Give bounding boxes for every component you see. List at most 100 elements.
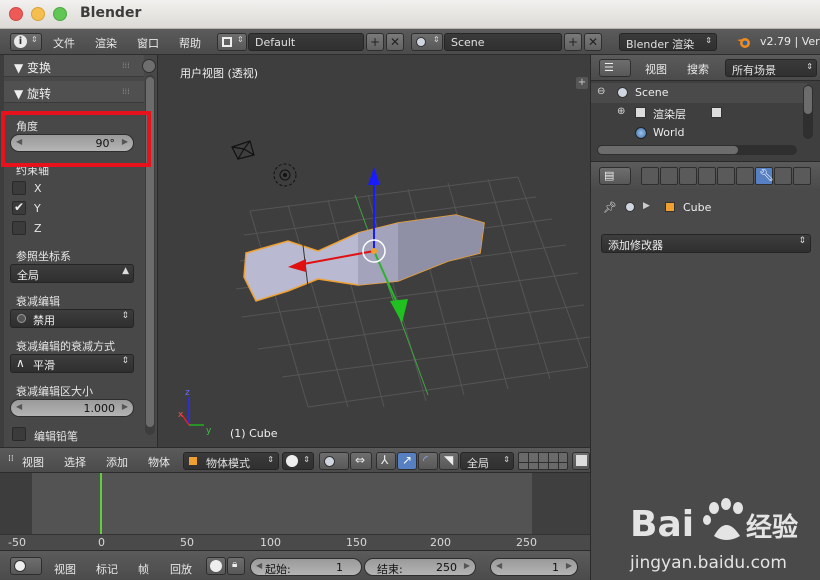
minimize-window-button[interactable] — [31, 7, 45, 21]
render-preview-button[interactable] — [572, 452, 590, 470]
3d-viewport[interactable]: z y x 用户视图 (透视) (1) Cube + — [158, 55, 590, 447]
add-modifier-dropdown[interactable]: 添加修改器 ⇕ — [601, 234, 811, 253]
outliner-row-scene[interactable]: ⊖ Scene — [591, 83, 807, 103]
menu-select[interactable]: 选择 — [64, 454, 86, 470]
current-frame-field[interactable]: ◀ 1 ▶ — [490, 558, 578, 576]
menu-view[interactable]: 视图 — [22, 454, 44, 470]
menu-file[interactable]: 文件 — [53, 35, 75, 51]
scrollbar-thumb[interactable] — [598, 146, 738, 154]
lamp-icon[interactable] — [273, 163, 297, 187]
axis-y-checkbox[interactable] — [12, 200, 26, 215]
properties-editor-type-button[interactable]: ▤ — [599, 167, 631, 185]
arrow-left-icon[interactable]: ◀ — [16, 402, 22, 411]
data-tab-icon[interactable] — [774, 167, 792, 185]
transform-panel-header[interactable]: ▼ 变换 ⁞⁞⁞ — [4, 55, 144, 77]
menu-search[interactable]: 搜索 — [687, 61, 709, 77]
drag-handle-icon[interactable]: ⁞⁞⁞ — [122, 87, 130, 96]
proportional-edit-dropdown[interactable]: 禁用 ⇕ — [10, 309, 134, 328]
layer-buttons[interactable] — [518, 452, 568, 470]
manipulate-center-button[interactable]: ⇔ — [350, 452, 372, 470]
outliner-display-mode-dropdown[interactable]: 所有场景 ⇕ — [725, 59, 817, 77]
falloff-dropdown[interactable]: ∧ 平滑 ⇕ — [10, 354, 134, 373]
timeline-editor-type-button[interactable] — [10, 557, 42, 575]
outliner-row-world[interactable]: World — [591, 123, 807, 143]
close-window-button[interactable] — [9, 7, 23, 21]
expand-icon[interactable]: ⊕ — [617, 106, 625, 117]
menu-timeline-view[interactable]: 视图 — [54, 561, 76, 577]
cube-mesh[interactable] — [243, 214, 485, 302]
edit-grease-pencil-checkbox[interactable] — [12, 427, 26, 441]
transform-orientation-dropdown[interactable]: 全局 ⇕ — [460, 452, 514, 470]
menu-render[interactable]: 渲染 — [95, 35, 117, 51]
pivot-point-dropdown[interactable] — [319, 452, 349, 470]
scale-manipulator-button[interactable]: ◥ — [439, 452, 459, 470]
collapse-icon[interactable]: ⊖ — [597, 86, 605, 97]
modifiers-wrench-icon[interactable]: 🔧︎ — [755, 167, 774, 185]
scrollbar-thumb[interactable] — [804, 86, 812, 114]
scene-tab-icon[interactable] — [679, 167, 697, 185]
start-frame-field[interactable]: ◀ 起始: 1 — [250, 558, 362, 576]
y-arrow-head[interactable] — [390, 299, 408, 323]
arrow-right-icon[interactable]: ▶ — [566, 561, 572, 570]
constraints-tab-icon[interactable] — [736, 167, 754, 185]
outliner-vscrollbar[interactable] — [803, 85, 813, 139]
z-arrow-head[interactable] — [368, 167, 380, 185]
axis-x-checkbox[interactable] — [12, 181, 26, 195]
camera-icon[interactable] — [231, 140, 255, 160]
translate-manipulator-button[interactable]: ↗ — [397, 452, 417, 470]
pin-icon[interactable]: 📌︎ — [603, 201, 617, 214]
delete-scene-button[interactable]: ✕ — [584, 33, 602, 51]
outliner-editor-type-button[interactable]: ☰ — [599, 59, 631, 77]
manipulator-toggle-button[interactable]: ⅄ — [376, 452, 396, 470]
preview-range-button[interactable] — [206, 557, 226, 575]
shading-dropdown[interactable]: ⇕ — [282, 452, 314, 470]
render-tab-camera-icon[interactable] — [641, 167, 659, 185]
world-tab-icon[interactable] — [698, 167, 716, 185]
proportional-size-field[interactable]: ◀ 1.000 ▶ — [10, 399, 134, 417]
screen-layout-field[interactable]: Default — [248, 33, 364, 51]
current-frame-cursor[interactable] — [100, 473, 102, 534]
scene-selector-button[interactable]: ⇕ — [411, 33, 443, 51]
menu-object[interactable]: 物体 — [148, 454, 170, 470]
timeline-ruler[interactable]: -50 0 50 100 150 200 250 — [0, 534, 590, 550]
menu-playback[interactable]: 回放 — [170, 561, 192, 577]
outliner-tree[interactable]: ⊖ Scene ⊕ 渲染层 World — [590, 81, 820, 161]
add-screen-button[interactable]: + — [366, 33, 384, 51]
outliner-hscrollbar[interactable] — [597, 145, 797, 155]
add-region-plus-icon[interactable]: + — [576, 77, 588, 89]
axis-z-checkbox[interactable] — [12, 221, 26, 235]
add-scene-button[interactable]: + — [564, 33, 582, 51]
screen-layout-button[interactable]: ⇕ — [217, 33, 247, 51]
material-tab-icon[interactable] — [793, 167, 811, 185]
menu-help[interactable]: 帮助 — [179, 35, 201, 51]
end-frame-field[interactable]: 结束: 250 ▶ — [364, 558, 476, 576]
rotate-manipulator-button[interactable]: ◜ — [418, 452, 438, 470]
render-layers-tab-icon[interactable] — [660, 167, 678, 185]
arrow-right-icon[interactable]: ▶ — [122, 402, 128, 411]
menu-window[interactable]: 窗口 — [137, 35, 159, 51]
render-engine-dropdown[interactable]: Blender 渲染 ⇕ — [619, 33, 717, 51]
object-tab-icon[interactable] — [717, 167, 735, 185]
lock-range-button[interactable]: 🔒︎ — [227, 557, 245, 575]
menu-marker[interactable]: 标记 — [96, 561, 118, 577]
scene-field[interactable]: Scene — [444, 33, 562, 51]
rotate-panel-header[interactable]: ▼ 旋转 ⁞⁞⁞ — [4, 81, 144, 103]
editor-type-button[interactable]: i ⇕ — [10, 33, 42, 51]
delete-screen-button[interactable]: ✕ — [386, 33, 404, 51]
outliner-row-render-layers[interactable]: ⊕ 渲染层 — [591, 103, 807, 123]
timeline-editor[interactable]: -50 0 50 100 150 200 250 — [0, 473, 590, 550]
mode-dropdown[interactable]: 物体模式 ⇕ — [183, 452, 279, 470]
maximize-window-button[interactable] — [53, 7, 67, 21]
render-layer-image-icon[interactable] — [711, 107, 722, 118]
orientation-dropdown[interactable]: 全局 ▲ — [10, 264, 134, 283]
drag-handle-icon[interactable]: ⁞⁞⁞ — [122, 61, 130, 70]
menu-outliner-view[interactable]: 视图 — [645, 61, 667, 77]
panel-pin-button[interactable] — [142, 59, 156, 73]
timeline-frame-range[interactable] — [32, 473, 532, 534]
menu-frame[interactable]: 帧 — [138, 561, 149, 577]
menu-add[interactable]: 添加 — [106, 454, 128, 470]
arrow-left-icon[interactable]: ◀ — [256, 561, 262, 570]
editor-type-icon[interactable]: ⁞⁞ — [8, 454, 14, 464]
arrow-right-icon[interactable]: ▶ — [464, 561, 470, 570]
arrow-left-icon[interactable]: ◀ — [496, 561, 502, 570]
